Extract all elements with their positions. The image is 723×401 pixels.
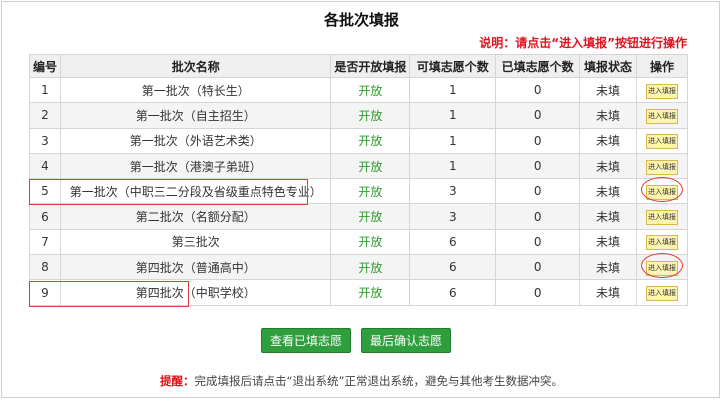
- allowed-count: 6: [409, 228, 497, 256]
- open-status: 开放: [330, 203, 411, 230]
- batch-name: 第一批次（特长生）: [59, 76, 332, 104]
- row-number: 3: [29, 127, 61, 154]
- circle-annotation: 进入填报: [640, 252, 683, 278]
- enter-fill-button[interactable]: 进入填报: [645, 184, 678, 200]
- enter-fill-button[interactable]: 进入填报: [645, 159, 678, 175]
- open-status: 开放: [330, 102, 411, 129]
- fill-status: 未填: [579, 127, 637, 154]
- enter-fill-button[interactable]: 进入填报: [645, 83, 678, 99]
- fill-status: 未填: [579, 152, 637, 180]
- allowed-count: 6: [409, 279, 497, 306]
- final-confirm-button[interactable]: 最后确认志愿: [361, 328, 452, 353]
- table-row: 6 第二批次（名额分配） 开放 3 0 未填 进入填报: [29, 203, 689, 230]
- filled-count: 0: [495, 127, 581, 154]
- table-row: 7 第三批次 开放 6 0 未填 进入填报: [29, 228, 689, 256]
- reminder-body: 完成填报后请点击“退出系统”正常退出系统，避免与其他考生数据冲突。: [194, 374, 563, 388]
- filled-count: 0: [495, 152, 581, 180]
- open-status: 开放: [330, 178, 411, 205]
- enter-fill-button[interactable]: 进入填报: [645, 210, 678, 226]
- highlight-box-row-5: [29, 179, 308, 205]
- filled-count: 0: [495, 254, 581, 281]
- header-batch-name: 批次名称: [59, 54, 332, 78]
- batch-name: 第一批次（港澳子弟班）: [59, 152, 332, 180]
- fill-status: 未填: [579, 203, 637, 230]
- filled-count: 0: [495, 76, 581, 104]
- action-cell: 进入填报: [635, 176, 689, 205]
- fill-status: 未填: [579, 228, 637, 256]
- action-cell: 进入填报: [635, 102, 689, 129]
- open-status: 开放: [330, 152, 411, 180]
- filled-count: 0: [495, 279, 581, 306]
- table-row: 4 第一批次（港澳子弟班） 开放 1 0 未填 进入填报: [29, 152, 689, 180]
- header-action: 操作: [635, 54, 689, 78]
- action-cell: 进入填报: [635, 127, 689, 154]
- allowed-count: 1: [409, 127, 497, 154]
- allowed-count: 3: [409, 203, 497, 230]
- batch-name: 第一批次（自主招生）: [59, 102, 332, 129]
- fill-status: 未填: [579, 76, 637, 104]
- row-number: 1: [29, 76, 61, 104]
- allowed-count: 1: [409, 152, 497, 180]
- table-row: 8 第四批次（普通高中） 开放 6 0 未填 进入填报: [29, 252, 689, 281]
- action-cell: 进入填报: [635, 228, 689, 256]
- row-number: 7: [29, 228, 61, 256]
- open-status: 开放: [330, 228, 411, 256]
- fill-status: 未填: [579, 102, 637, 129]
- open-status: 开放: [330, 127, 411, 154]
- batch-name: 第四批次（普通高中）: [59, 254, 332, 281]
- fill-status: 未填: [579, 178, 637, 205]
- row-number: 8: [29, 254, 61, 281]
- allowed-count: 3: [409, 178, 497, 205]
- instruction-note: 说明：请点击“进入填报”按钮进行操作: [479, 36, 687, 50]
- table-row: 3 第一批次（外语艺术类） 开放 1 0 未填 进入填报: [29, 127, 689, 154]
- fill-status: 未填: [579, 279, 637, 306]
- fill-status: 未填: [579, 254, 637, 281]
- allowed-count: 1: [409, 102, 497, 129]
- filled-count: 0: [495, 178, 581, 205]
- open-status: 开放: [330, 279, 411, 306]
- action-cell: 进入填报: [635, 279, 689, 306]
- open-status: 开放: [330, 254, 411, 281]
- batch-name: 第二批次（名额分配）: [59, 203, 332, 230]
- allowed-count: 6: [409, 254, 497, 281]
- reminder-label: 提醒：: [160, 374, 195, 388]
- enter-fill-button[interactable]: 进入填报: [645, 134, 678, 150]
- header-number: 编号: [29, 54, 61, 78]
- row-number: 2: [29, 102, 61, 129]
- enter-fill-button[interactable]: 进入填报: [645, 235, 678, 251]
- header-fill-status: 填报状态: [579, 54, 637, 78]
- filled-count: 0: [495, 228, 581, 256]
- open-status: 开放: [330, 76, 411, 104]
- allowed-count: 1: [409, 76, 497, 104]
- batch-name: 第三批次: [59, 228, 332, 256]
- page-title: 各批次填报: [323, 11, 399, 29]
- header-filled-count: 已填志愿个数: [495, 54, 581, 78]
- row-number: 6: [29, 203, 61, 230]
- highlight-box-row-9: [29, 281, 189, 307]
- header-open-status: 是否开放填报: [330, 54, 411, 78]
- table-row: 2 第一批次（自主招生） 开放 1 0 未填 进入填报: [29, 102, 689, 129]
- enter-fill-button[interactable]: 进入填报: [645, 108, 678, 124]
- action-cell: 进入填报: [635, 203, 689, 230]
- header-allowed-count: 可填志愿个数: [409, 54, 497, 78]
- filled-count: 0: [495, 203, 581, 230]
- enter-fill-button[interactable]: 进入填报: [645, 260, 678, 276]
- action-cell: 进入填报: [635, 152, 689, 180]
- enter-fill-button[interactable]: 进入填报: [645, 286, 678, 302]
- row-number: 4: [29, 152, 61, 180]
- circle-annotation: 进入填报: [640, 176, 683, 202]
- batch-name: 第一批次（外语艺术类）: [59, 127, 332, 154]
- table-header-row: 编号 批次名称 是否开放填报 可填志愿个数 已填志愿个数 填报状态 操作: [29, 54, 689, 78]
- filled-count: 0: [495, 102, 581, 129]
- table-row: 1 第一批次（特长生） 开放 1 0 未填 进入填报: [29, 76, 689, 104]
- action-cell: 进入填报: [635, 252, 689, 281]
- view-filled-button[interactable]: 查看已填志愿: [261, 328, 352, 353]
- reminder-text: 提醒：完成填报后请点击“退出系统”正常退出系统，避免与其他考生数据冲突。: [0, 373, 723, 389]
- action-cell: 进入填报: [635, 76, 689, 104]
